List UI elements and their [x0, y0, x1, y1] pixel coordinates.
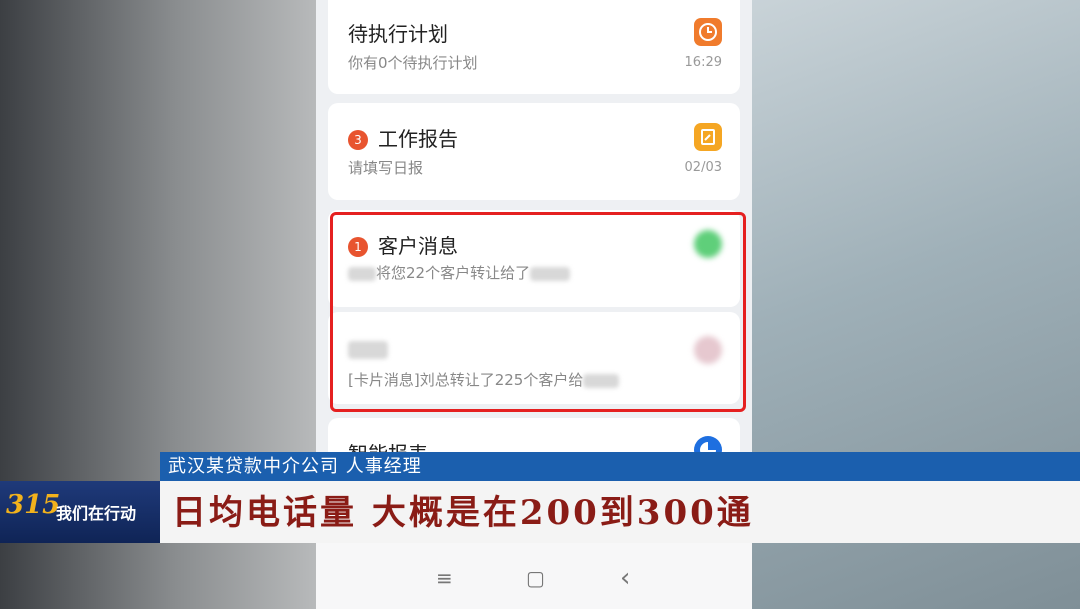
highlight-box — [330, 212, 746, 412]
menu-icon[interactable]: ≡ — [436, 568, 453, 588]
plan-subtitle: 你有0个待执行计划 — [348, 54, 478, 72]
logo-number: 315 — [6, 490, 61, 520]
report-subtitle: 请填写日报 — [348, 159, 424, 177]
logo-text: 我们在行动 — [56, 504, 137, 523]
home-icon[interactable]: ▢ — [526, 568, 545, 588]
plan-time: 16:29 — [684, 55, 722, 70]
report-badge: 3 — [348, 130, 368, 150]
back-icon[interactable]: ‹ — [620, 565, 630, 591]
report-icon — [694, 123, 722, 151]
speaker-caption: 武汉某贷款中介公司 人事经理 — [168, 456, 422, 477]
clock-icon — [694, 18, 722, 46]
quote-caption: 日均电话量 大概是在200到300通 — [172, 493, 754, 533]
report-time: 02/03 — [684, 160, 722, 175]
plan-card[interactable]: 待执行计划 你有0个待执行计划 16:29 — [328, 0, 740, 94]
plan-title: 待执行计划 — [348, 22, 448, 46]
report-title: 工作报告 — [378, 127, 458, 151]
report-title-row: 3 工作报告 — [348, 123, 458, 152]
report-card[interactable]: 3 工作报告 请填写日报 02/03 — [328, 103, 740, 200]
